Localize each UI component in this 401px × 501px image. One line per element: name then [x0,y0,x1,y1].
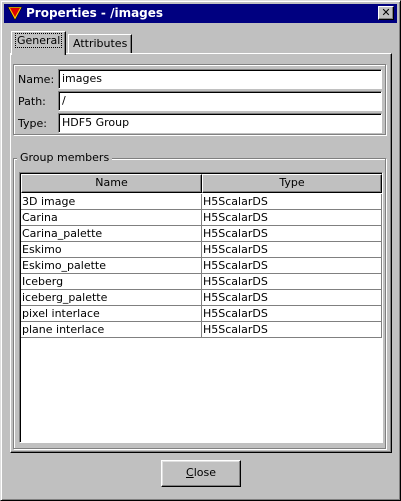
tab-general[interactable]: General [11,31,67,55]
group-members-table[interactable]: Name Type 3D image H5ScalarDS Carina H5S… [19,172,383,443]
tab-attributes-label: Attributes [73,37,128,50]
table-row[interactable]: iceberg_palette H5ScalarDS [21,290,382,306]
member-type-cell: H5ScalarDS [202,210,382,226]
table-row[interactable]: 3D image H5ScalarDS [21,194,382,210]
window-title: Properties - /images [26,6,164,20]
member-type-cell: H5ScalarDS [202,306,382,322]
title-bar[interactable]: Properties - /images ✕ [4,4,397,23]
close-button-label: lose [193,466,216,479]
table-row[interactable]: plane interlace H5ScalarDS [21,322,382,338]
group-members-title: Group members [17,151,113,165]
table-row[interactable]: Carina H5ScalarDS [21,210,382,226]
table-header: Name Type [21,174,382,193]
member-type-cell: H5ScalarDS [202,194,382,210]
table-row[interactable]: Eskimo H5ScalarDS [21,242,382,258]
member-type-cell: H5ScalarDS [202,322,382,338]
member-type-cell: H5ScalarDS [202,242,382,258]
type-value: HDF5 Group [62,116,130,129]
table-row[interactable]: pixel interlace H5ScalarDS [21,306,382,322]
properties-window: Properties - /images ✕ General Attribute… [0,0,401,501]
path-value: / [62,94,66,107]
table-row[interactable]: Carina_palette H5ScalarDS [21,226,382,242]
member-type-cell: H5ScalarDS [202,258,382,274]
member-type-cell: H5ScalarDS [202,274,382,290]
member-name-cell: Iceberg [21,274,202,290]
member-name-cell: iceberg_palette [21,290,202,306]
path-label: Path: [18,95,46,108]
column-header-type[interactable]: Type [202,174,382,193]
member-name-cell: Carina [21,210,202,226]
app-icon [7,6,23,21]
type-field[interactable]: HDF5 Group [58,113,382,133]
close-button-mnemonic: C [186,466,194,479]
name-label: Name: [18,73,55,86]
table-row[interactable]: Iceberg H5ScalarDS [21,274,382,290]
close-icon[interactable]: ✕ [378,6,394,20]
path-field[interactable]: / [58,91,382,111]
column-header-name[interactable]: Name [21,174,202,193]
member-name-cell: Eskimo_palette [21,258,202,274]
name-value: images [62,72,102,85]
tab-attributes[interactable]: Attributes [68,34,133,54]
table-row[interactable]: Eskimo_palette H5ScalarDS [21,258,382,274]
type-label: Type: [18,117,47,130]
member-type-cell: H5ScalarDS [202,226,382,242]
member-name-cell: pixel interlace [21,306,202,322]
tab-general-label: General [14,33,63,48]
member-name-cell: Eskimo [21,242,202,258]
name-field[interactable]: images [58,69,382,89]
member-type-cell: H5ScalarDS [202,290,382,306]
close-button[interactable]: Close [161,460,241,487]
member-name-cell: 3D image [21,194,202,210]
member-name-cell: plane interlace [21,322,202,338]
member-name-cell: Carina_palette [21,226,202,242]
